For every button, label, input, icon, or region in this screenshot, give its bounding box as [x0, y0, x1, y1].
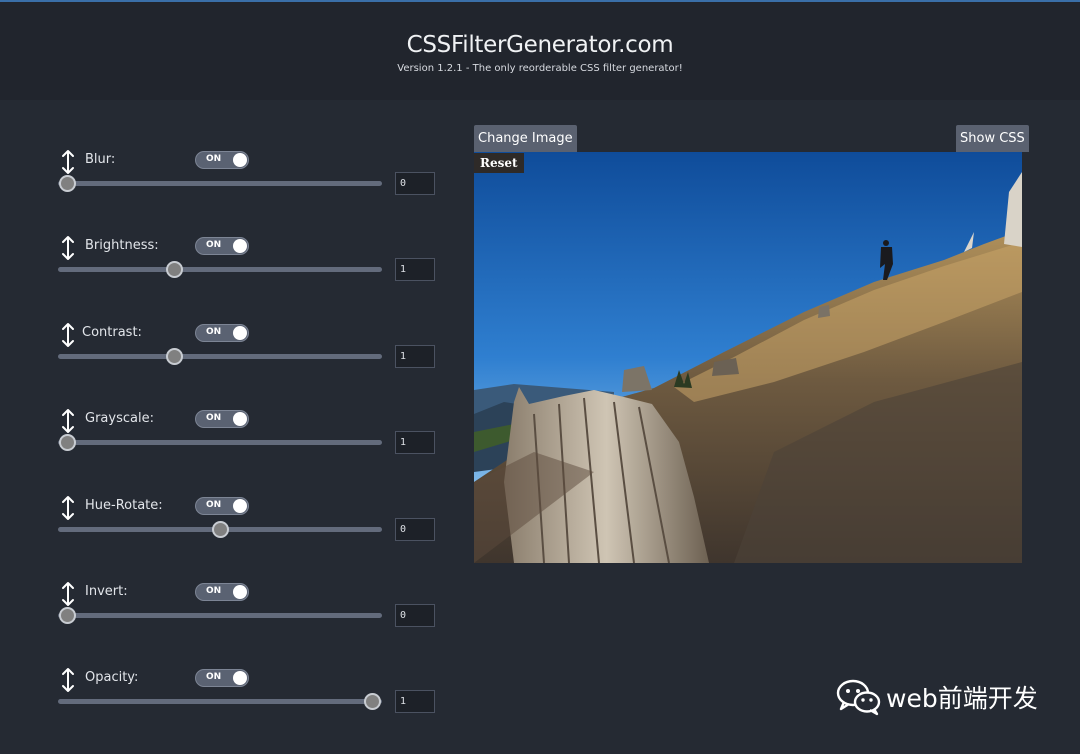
- filter-slider-thumb[interactable]: [59, 175, 76, 192]
- filter-toggle[interactable]: ON: [195, 497, 249, 515]
- reset-button[interactable]: Reset: [474, 153, 524, 173]
- toggle-knob: [233, 585, 247, 599]
- filter-opacity: Opacity: ON: [0, 668, 450, 754]
- filter-label: Opacity:: [85, 670, 139, 685]
- filter-blur: Blur: ON: [0, 150, 450, 236]
- filter-value-input[interactable]: [395, 258, 435, 281]
- filter-hue-rotate: Hue-Rotate: ON: [0, 496, 450, 582]
- wechat-icon: [836, 679, 881, 716]
- toggle-label: ON: [206, 327, 222, 337]
- filter-toggle[interactable]: ON: [195, 410, 249, 428]
- filter-slider-thumb[interactable]: [211, 521, 229, 538]
- reorder-handle-icon[interactable]: [60, 235, 76, 261]
- filter-slider-track[interactable]: [58, 181, 382, 186]
- reorder-handle-icon[interactable]: [60, 322, 76, 348]
- filter-label: Brightness:: [85, 238, 159, 253]
- toggle-knob: [233, 499, 247, 513]
- reorder-handle-icon[interactable]: [60, 495, 76, 521]
- toggle-knob: [233, 153, 247, 167]
- toggle-label: ON: [206, 500, 222, 510]
- toggle-knob: [233, 326, 247, 340]
- filter-slider-track[interactable]: [58, 613, 382, 618]
- toggle-label: ON: [206, 586, 222, 596]
- filter-slider-track[interactable]: [58, 267, 382, 272]
- watermark-text: web前端开发: [886, 684, 1038, 713]
- filter-toggle[interactable]: ON: [195, 583, 249, 601]
- change-image-button[interactable]: Change Image: [474, 125, 577, 152]
- filter-label: Grayscale:: [85, 411, 154, 426]
- filter-label: Blur:: [85, 152, 116, 167]
- toggle-knob: [233, 671, 247, 685]
- filter-toggle[interactable]: ON: [195, 237, 249, 255]
- show-css-button[interactable]: Show CSS: [956, 125, 1029, 152]
- reorder-handle-icon[interactable]: [60, 408, 76, 434]
- filter-contrast: Contrast: ON: [0, 323, 450, 409]
- filter-value-input[interactable]: [395, 518, 435, 541]
- preview-image: [474, 152, 1022, 563]
- filter-toggle[interactable]: ON: [195, 324, 249, 342]
- filter-slider-thumb[interactable]: [165, 261, 183, 278]
- reorder-handle-icon[interactable]: [60, 581, 76, 607]
- reorder-handle-icon[interactable]: [60, 667, 76, 693]
- toggle-label: ON: [206, 154, 222, 164]
- filter-value-input[interactable]: [395, 690, 435, 713]
- filter-toggle[interactable]: ON: [195, 669, 249, 687]
- filter-slider-thumb[interactable]: [59, 434, 76, 451]
- toggle-label: ON: [206, 672, 222, 682]
- filter-slider-track[interactable]: [58, 440, 382, 445]
- filter-value-input[interactable]: [395, 172, 435, 195]
- filter-invert: Invert: ON: [0, 582, 450, 668]
- filter-value-input[interactable]: [395, 345, 435, 368]
- filter-toggle[interactable]: ON: [195, 151, 249, 169]
- filter-label: Contrast:: [82, 325, 142, 340]
- filter-value-input[interactable]: [395, 431, 435, 454]
- filter-slider-thumb[interactable]: [364, 693, 381, 710]
- filter-grayscale: Grayscale: ON: [0, 409, 450, 495]
- page-title: CSSFilterGenerator.com: [406, 32, 674, 58]
- filter-slider-track[interactable]: [58, 354, 382, 359]
- toggle-label: ON: [206, 413, 222, 423]
- page-header: CSSFilterGenerator.com Version 1.2.1 - T…: [0, 0, 1080, 100]
- filter-slider-track[interactable]: [58, 699, 382, 704]
- toggle-knob: [233, 239, 247, 253]
- filter-label: Hue-Rotate:: [85, 498, 163, 513]
- filter-brightness: Brightness: ON: [0, 236, 450, 322]
- toggle-label: ON: [206, 240, 222, 250]
- filter-slider-thumb[interactable]: [165, 348, 183, 365]
- reorder-handle-icon[interactable]: [60, 149, 76, 175]
- filter-label: Invert:: [85, 584, 128, 599]
- page-subtitle: Version 1.2.1 - The only reorderable CSS…: [397, 63, 683, 74]
- filter-value-input[interactable]: [395, 604, 435, 627]
- toggle-knob: [233, 412, 247, 426]
- filter-slider-thumb[interactable]: [59, 607, 76, 624]
